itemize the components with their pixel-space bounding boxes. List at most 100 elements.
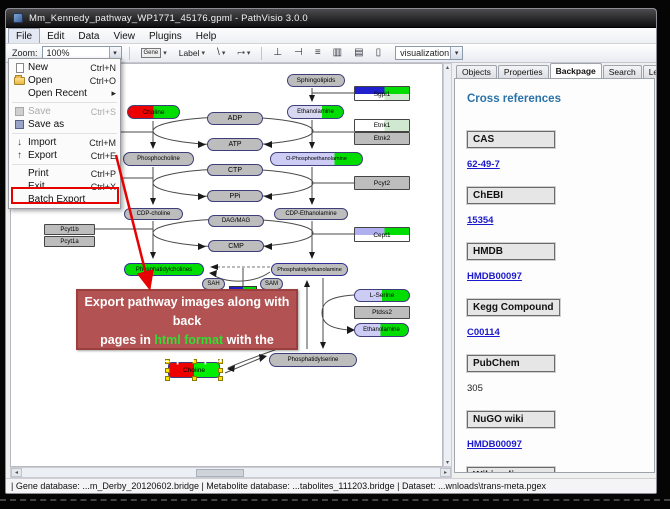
export-icon: ↑ bbox=[11, 151, 28, 161]
node-cdp-ethanolamine[interactable]: CDP-Ethanolamine bbox=[274, 208, 348, 220]
statusbar: | Gene database: ...m_Derby_20120602.bri… bbox=[6, 478, 657, 493]
distribute-horizontal-button[interactable]: ▥ bbox=[329, 46, 346, 61]
node-cdp-choline[interactable]: CDP-choline bbox=[124, 208, 183, 220]
menu-item-batch-export[interactable]: Batch Export bbox=[9, 193, 120, 206]
chevron-down-icon[interactable]: ▾ bbox=[450, 47, 462, 59]
node-ptdss2[interactable]: Ptdss2 bbox=[354, 306, 410, 319]
cross-reference-link[interactable]: 15354 bbox=[467, 215, 493, 226]
callout-line3: HtmlExport plugin bbox=[78, 349, 296, 368]
side-panel: Objects Properties Backpage Search Legen… bbox=[453, 63, 656, 475]
tab-search[interactable]: Search bbox=[603, 65, 642, 78]
node-dag-mag[interactable]: DAG/MAG bbox=[208, 215, 264, 227]
menu-item-new[interactable]: New Ctrl+N bbox=[9, 61, 120, 74]
distribute-vertical-button[interactable]: ≡ bbox=[311, 46, 325, 61]
menu-item-import[interactable]: ↓ Import Ctrl+M bbox=[9, 136, 120, 149]
chevron-down-icon: ▾ bbox=[222, 49, 226, 57]
node-ctp[interactable]: CTP bbox=[207, 164, 263, 176]
node-cmp[interactable]: CMP bbox=[208, 240, 264, 252]
menu-view[interactable]: View bbox=[106, 28, 142, 43]
selection-handle[interactable] bbox=[218, 368, 223, 373]
node-label: Pcyt1a bbox=[60, 239, 78, 245]
menu-edit[interactable]: Edit bbox=[40, 28, 71, 43]
connector-tool-button[interactable]: ⌐▪ ▾ bbox=[233, 46, 254, 61]
cross-reference-link[interactable]: C00114 bbox=[467, 327, 500, 338]
section-header: Kegg Compound bbox=[467, 299, 560, 316]
node-choline[interactable]: Choline bbox=[127, 105, 180, 119]
node-atp[interactable]: ATP bbox=[207, 138, 263, 151]
menu-data[interactable]: Data bbox=[71, 28, 106, 43]
node-phosphatidylethanolamine[interactable]: Phosphatidylethanolamine bbox=[271, 263, 348, 276]
node-ethanolamine-bottom[interactable]: Ethanolamine bbox=[354, 323, 409, 337]
align-center-vertical-button[interactable]: ⊥ bbox=[269, 46, 286, 61]
chevron-down-icon: ▾ bbox=[163, 49, 167, 57]
backpage-section-hmdb: HMDB HMDB00097 bbox=[467, 241, 642, 284]
menu-file[interactable]: File bbox=[8, 28, 40, 43]
node-etnk1[interactable]: Etnk1 bbox=[354, 119, 410, 132]
scroll-down-icon[interactable]: ▾ bbox=[446, 459, 449, 466]
node-pcyt1a[interactable]: Pcyt1a bbox=[44, 236, 95, 247]
callout-highlight: html format bbox=[154, 333, 223, 347]
selection-handle[interactable] bbox=[165, 376, 170, 381]
node-pcyt2[interactable]: Pcyt2 bbox=[354, 176, 410, 190]
menu-item-open[interactable]: Open Ctrl+O bbox=[9, 74, 120, 87]
visualization-combobox[interactable]: visualization ▾ bbox=[395, 46, 463, 60]
menu-item-print[interactable]: Print Ctrl+P bbox=[9, 167, 120, 180]
label-tool-button[interactable]: Label ▾ bbox=[175, 46, 209, 61]
node-sphingolipids[interactable]: Sphingolipids bbox=[287, 74, 345, 87]
node-adp[interactable]: ADP bbox=[207, 112, 263, 125]
scroll-up-icon[interactable]: ▴ bbox=[446, 64, 449, 71]
tab-legend[interactable]: Legend bbox=[643, 65, 657, 78]
tab-objects[interactable]: Objects bbox=[456, 65, 497, 78]
node-label: O-Phosphoethanolamine bbox=[286, 156, 347, 162]
save-as-icon bbox=[11, 120, 28, 129]
menu-plugins[interactable]: Plugins bbox=[142, 28, 189, 43]
node-pcyt1b[interactable]: Pcyt1b bbox=[44, 224, 95, 235]
zoom-label: Zoom: bbox=[12, 48, 38, 58]
menu-separator bbox=[12, 164, 117, 165]
cross-reference-link[interactable]: HMDB00097 bbox=[467, 271, 522, 282]
line-tool-button[interactable]: \ ▾ bbox=[213, 46, 229, 61]
cross-reference-value: 305 bbox=[467, 383, 483, 394]
scroll-left-icon[interactable]: ◂ bbox=[11, 468, 22, 477]
align-center-horizontal-button[interactable]: ⊣ bbox=[290, 46, 307, 61]
menu-item-open-recent[interactable]: Open Recent ▸ bbox=[9, 87, 120, 100]
menu-item-exit[interactable]: Exit Ctrl+X bbox=[9, 180, 120, 193]
node-label: Sgpl1 bbox=[355, 91, 409, 98]
scroll-right-icon[interactable]: ▸ bbox=[440, 468, 451, 477]
selection-handle[interactable] bbox=[165, 368, 170, 373]
node-label: Phosphatidylcholines bbox=[136, 267, 192, 273]
menu-help[interactable]: Help bbox=[189, 28, 224, 43]
chevron-down-icon: ▾ bbox=[247, 49, 251, 57]
backpage-section-wikipedia: Wikipedia Choline bbox=[467, 465, 642, 473]
node-cept1[interactable]: Cept1 bbox=[354, 227, 410, 242]
node-sgpl1[interactable]: Sgpl1 bbox=[354, 86, 410, 101]
tab-properties[interactable]: Properties bbox=[498, 65, 549, 78]
menu-item-export[interactable]: ↑ Export Ctrl+E bbox=[9, 149, 120, 162]
node-ppi[interactable]: PPi bbox=[207, 190, 263, 202]
node-etnk2[interactable]: Etnk2 bbox=[354, 132, 410, 145]
node-ethanolamine[interactable]: Ethanolamine bbox=[287, 105, 344, 119]
scrollbar-thumb[interactable] bbox=[196, 469, 244, 477]
zoom-value: 100% bbox=[43, 48, 109, 58]
canvas-vertical-scrollbar[interactable]: ▴ ▾ bbox=[443, 63, 452, 467]
datanode-tool-button[interactable]: Gene ▾ bbox=[137, 46, 171, 61]
section-header: Wikipedia bbox=[467, 467, 555, 473]
selection-handle[interactable] bbox=[218, 376, 223, 381]
import-icon: ↓ bbox=[11, 138, 28, 148]
section-header: HMDB bbox=[467, 243, 555, 260]
cross-reference-link[interactable]: HMDB00097 bbox=[467, 439, 522, 450]
stack-vertical-button[interactable]: ▤ bbox=[350, 46, 367, 61]
node-l-serine[interactable]: L-Serine bbox=[354, 289, 410, 302]
distribute-vertical-icon: ≡ bbox=[315, 48, 321, 58]
stack-horizontal-button[interactable]: ▯ bbox=[372, 46, 386, 61]
node-o-phosphoethanolamine[interactable]: O-Phosphoethanolamine bbox=[270, 152, 363, 166]
node-label: SAM bbox=[265, 281, 278, 287]
cross-reference-link[interactable]: 62-49-7 bbox=[467, 159, 500, 170]
new-document-icon bbox=[11, 63, 28, 73]
selection-handle[interactable] bbox=[192, 376, 197, 381]
menu-item-save-as[interactable]: Save as bbox=[9, 118, 120, 131]
canvas-horizontal-scrollbar[interactable]: ◂ ▸ bbox=[10, 467, 452, 478]
node-phosphocholine[interactable]: Phosphocholine bbox=[123, 152, 194, 166]
node-phosphatidylcholines[interactable]: Phosphatidylcholines bbox=[124, 263, 204, 276]
tab-backpage[interactable]: Backpage bbox=[550, 63, 602, 78]
